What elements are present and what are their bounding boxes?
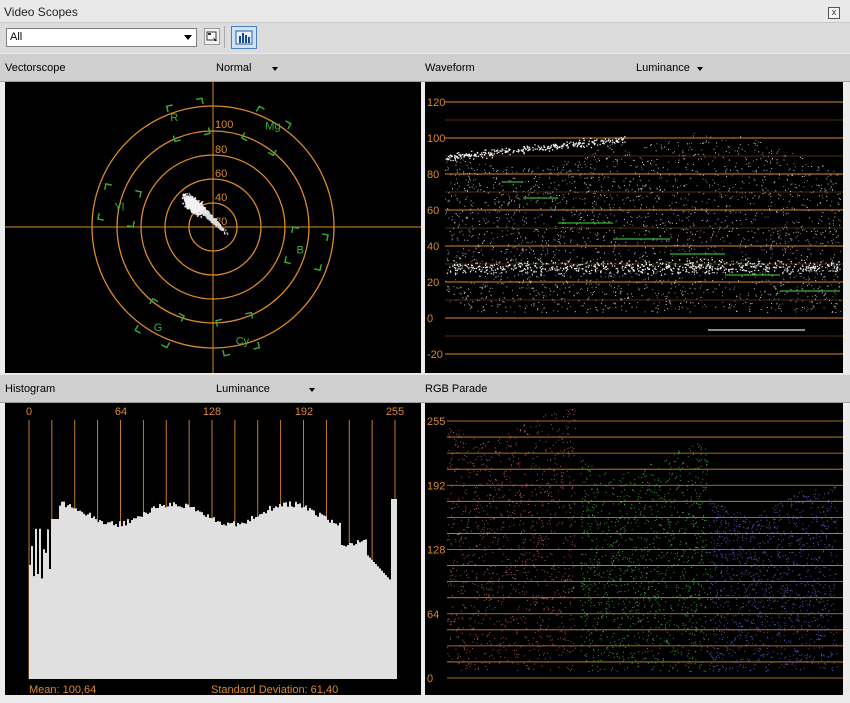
waveform-scale-label: 80 (427, 169, 439, 181)
histogram-bars (29, 499, 397, 679)
chevron-down-icon (184, 35, 192, 40)
vectorscope-ring-label: 60 (215, 168, 227, 180)
waveform-scale-label: -20 (427, 349, 443, 361)
histogram-header: Histogram Luminance (0, 374, 423, 403)
rgb-parade-header: RGB Parade (423, 374, 850, 403)
vectorscope-target-label: Yl (115, 201, 125, 213)
histogram-scale-label: 64 (115, 406, 127, 418)
rgb-parade-plot: 255 192 128 64 0 (427, 408, 843, 685)
histogram-scale-label: 128 (203, 406, 221, 418)
waveform-scale-label: 20 (427, 277, 439, 289)
rgb-parade-scale-label: 128 (427, 545, 445, 557)
histogram-mode[interactable]: Luminance (216, 383, 270, 395)
histogram-scale-label: 255 (386, 406, 404, 418)
vectorscope-plot: 20406080100RMgYlBGCy (5, 82, 421, 373)
scope-options-icon (206, 31, 217, 41)
vectorscope-target-label: Cy (236, 335, 250, 347)
waveform-scale-label: 40 (427, 241, 439, 253)
parade-view-icon (235, 30, 253, 45)
waveform-scale-label: 120 (427, 97, 445, 109)
rgb-parade-panel: 255 192 128 64 0 (425, 403, 843, 695)
histogram-std-dev: Standard Deviation: 61,40 (211, 684, 338, 695)
rgb-parade-channel (580, 443, 709, 672)
chevron-down-icon[interactable] (697, 67, 703, 71)
scope-select-value: All (10, 31, 23, 43)
vectorscope-target-label: R (170, 112, 178, 124)
waveform-panel: 120 100 80 60 40 20 0 -20 (425, 82, 843, 373)
vectorscope-target (215, 311, 261, 357)
histogram-scale-label: 192 (295, 406, 313, 418)
histogram-label: Histogram (5, 383, 56, 395)
rgb-parade-label: RGB Parade (425, 383, 488, 395)
histogram-mean: Mean: 100,64 (29, 684, 96, 695)
chevron-down-icon[interactable] (309, 388, 315, 392)
scope-select[interactable]: All (6, 28, 197, 47)
vectorscope-label: Vectorscope (5, 62, 66, 74)
vectorscope-panel: 20 40 60 80 100 R Mg Yl B G Cy (5, 82, 421, 373)
rgb-parade-scale-label: 0 (427, 673, 433, 685)
rgb-parade-channel (709, 486, 838, 672)
chevron-down-icon[interactable] (272, 67, 278, 71)
scope-options-button[interactable] (204, 28, 220, 45)
waveform-header: Waveform Luminance (423, 53, 850, 82)
window-titlebar: Video Scopes x (0, 0, 850, 22)
waveform-plot: 120 100 80 60 40 20 0 -20 (427, 97, 843, 361)
vectorscope-header: Vectorscope Normal (0, 53, 423, 82)
histogram-scale-label: 0 (26, 406, 32, 418)
vectorscope-target-label: G (154, 322, 163, 334)
waveform-mode[interactable]: Luminance (636, 62, 690, 74)
rgb-parade-scale-label: 64 (427, 609, 439, 621)
vectorscope-target-label: B (297, 245, 304, 257)
window-title: Video Scopes (4, 5, 78, 19)
vectorscope-ring-label: 100 (215, 119, 233, 131)
vectorscope-target-label: Mg (265, 120, 280, 132)
close-icon[interactable]: x (828, 7, 840, 19)
histogram-plot: 0 64 128 192 255 Mean: 100,64 Standard Deviati… (26, 406, 404, 696)
toolbar-separator (224, 26, 225, 48)
rgb-parade-scale-label: 192 (427, 480, 445, 492)
vectorscope-ring-label: 40 (215, 192, 227, 204)
histogram-panel: 0 64 128 192 255 Mean: 100,64 Standard Deviati… (5, 403, 421, 696)
parade-view-button[interactable] (231, 26, 257, 49)
waveform-scale-label: 100 (427, 133, 445, 145)
vectorscope-mode[interactable]: Normal (216, 62, 251, 74)
vectorscope-ring-label: 80 (215, 144, 227, 156)
waveform-scale-label: 0 (427, 313, 433, 325)
rgb-parade-scale-label: 255 (427, 416, 445, 428)
waveform-trace (445, 132, 841, 313)
waveform-label: Waveform (425, 62, 475, 74)
toolbar: All (0, 22, 850, 54)
waveform-scale-label: 60 (427, 205, 439, 217)
rgb-parade-channel (447, 408, 576, 672)
